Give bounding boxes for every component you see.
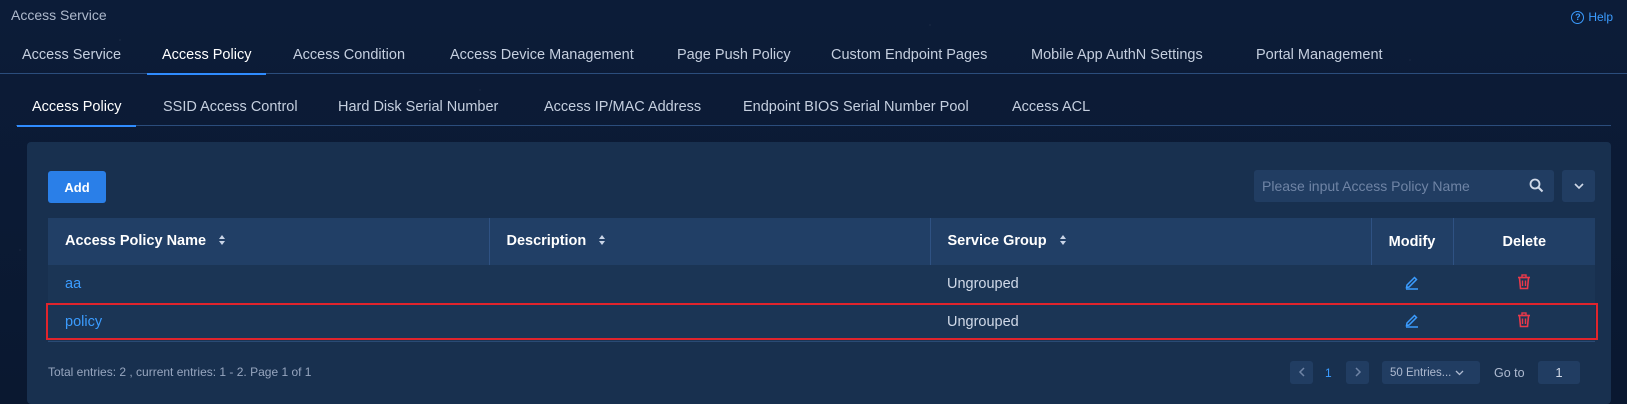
search-icon[interactable] (1529, 178, 1544, 198)
column-header-delete: Delete (1502, 233, 1547, 250)
search-input[interactable] (1254, 178, 1514, 194)
policy-name-link[interactable]: aa (65, 276, 81, 292)
table-row: aa Ungrouped (48, 265, 1595, 303)
policy-description (489, 303, 930, 341)
subtab-access-ip-mac-address[interactable]: Access IP/MAC Address (544, 96, 701, 126)
goto-page-input[interactable] (1538, 361, 1580, 384)
tab-page-push-policy[interactable]: Page Push Policy (677, 44, 791, 74)
subtab-endpoint-bios-serial-number-pool[interactable]: Endpoint BIOS Serial Number Pool (743, 96, 969, 126)
sort-icon[interactable] (218, 234, 226, 250)
trash-icon[interactable] (1517, 312, 1531, 332)
access-policy-table: Access Policy Name Description Service G… (48, 218, 1595, 342)
trash-icon[interactable] (1517, 274, 1531, 294)
tab-custom-endpoint-pages[interactable]: Custom Endpoint Pages (831, 44, 987, 74)
goto-label: Go to (1494, 366, 1525, 380)
pagination-summary: Total entries: 2 , current entries: 1 - … (48, 365, 312, 379)
page-title: Access Service (11, 7, 107, 23)
column-header-service-group[interactable]: Service Group (930, 218, 1372, 265)
policy-service-group: Ungrouped (947, 275, 1019, 292)
sub-tab-bar: Access Policy SSID Access Control Hard D… (16, 96, 1611, 127)
tab-access-device-management[interactable]: Access Device Management (450, 44, 634, 74)
search-box (1254, 170, 1554, 202)
subtab-access-acl[interactable]: Access ACL (1012, 96, 1090, 126)
page-size-value: 50 Entries... (1390, 366, 1452, 379)
help-link[interactable]: ? Help (1571, 10, 1613, 24)
chevron-down-icon (1455, 367, 1464, 379)
prev-page-button[interactable] (1290, 361, 1313, 384)
column-header-description[interactable]: Description (489, 218, 931, 265)
tab-access-policy[interactable]: Access Policy (146, 44, 267, 75)
tab-mobile-app-authn-settings[interactable]: Mobile App AuthN Settings (1031, 44, 1203, 74)
column-header-name[interactable]: Access Policy Name (48, 218, 490, 265)
sort-icon[interactable] (1059, 234, 1067, 250)
subtab-ssid-access-control[interactable]: SSID Access Control (163, 96, 298, 126)
policy-service-group: Ungrouped (947, 314, 1019, 330)
edit-icon[interactable] (1404, 314, 1420, 332)
chevron-left-icon (1298, 364, 1306, 382)
edit-icon[interactable] (1404, 276, 1420, 294)
table-row: policy Ungrouped (48, 303, 1595, 341)
policy-name-link[interactable]: policy (65, 314, 102, 330)
next-page-button[interactable] (1346, 361, 1369, 384)
table-header-row: Access Policy Name Description Service G… (48, 218, 1595, 265)
policy-description (489, 265, 930, 303)
chevron-right-icon (1354, 364, 1362, 382)
chevron-down-icon (1573, 177, 1585, 195)
page-size-select[interactable]: 50 Entries... (1382, 361, 1480, 384)
subtab-hard-disk-serial-number[interactable]: Hard Disk Serial Number (338, 96, 498, 126)
main-tab-bar: Access Service Access Policy Access Cond… (0, 44, 1627, 75)
subtab-access-policy[interactable]: Access Policy (16, 96, 137, 127)
help-icon: ? (1571, 10, 1585, 24)
page-number-current[interactable]: 1 (1325, 366, 1332, 380)
advanced-search-toggle[interactable] (1562, 170, 1595, 202)
help-label: Help (1588, 10, 1613, 24)
sort-icon[interactable] (598, 234, 606, 250)
tab-portal-management[interactable]: Portal Management (1256, 44, 1383, 74)
column-header-modify: Modify (1371, 218, 1454, 265)
add-button[interactable]: Add (48, 171, 106, 203)
tab-access-condition[interactable]: Access Condition (293, 44, 405, 74)
tab-access-service[interactable]: Access Service (22, 44, 121, 74)
